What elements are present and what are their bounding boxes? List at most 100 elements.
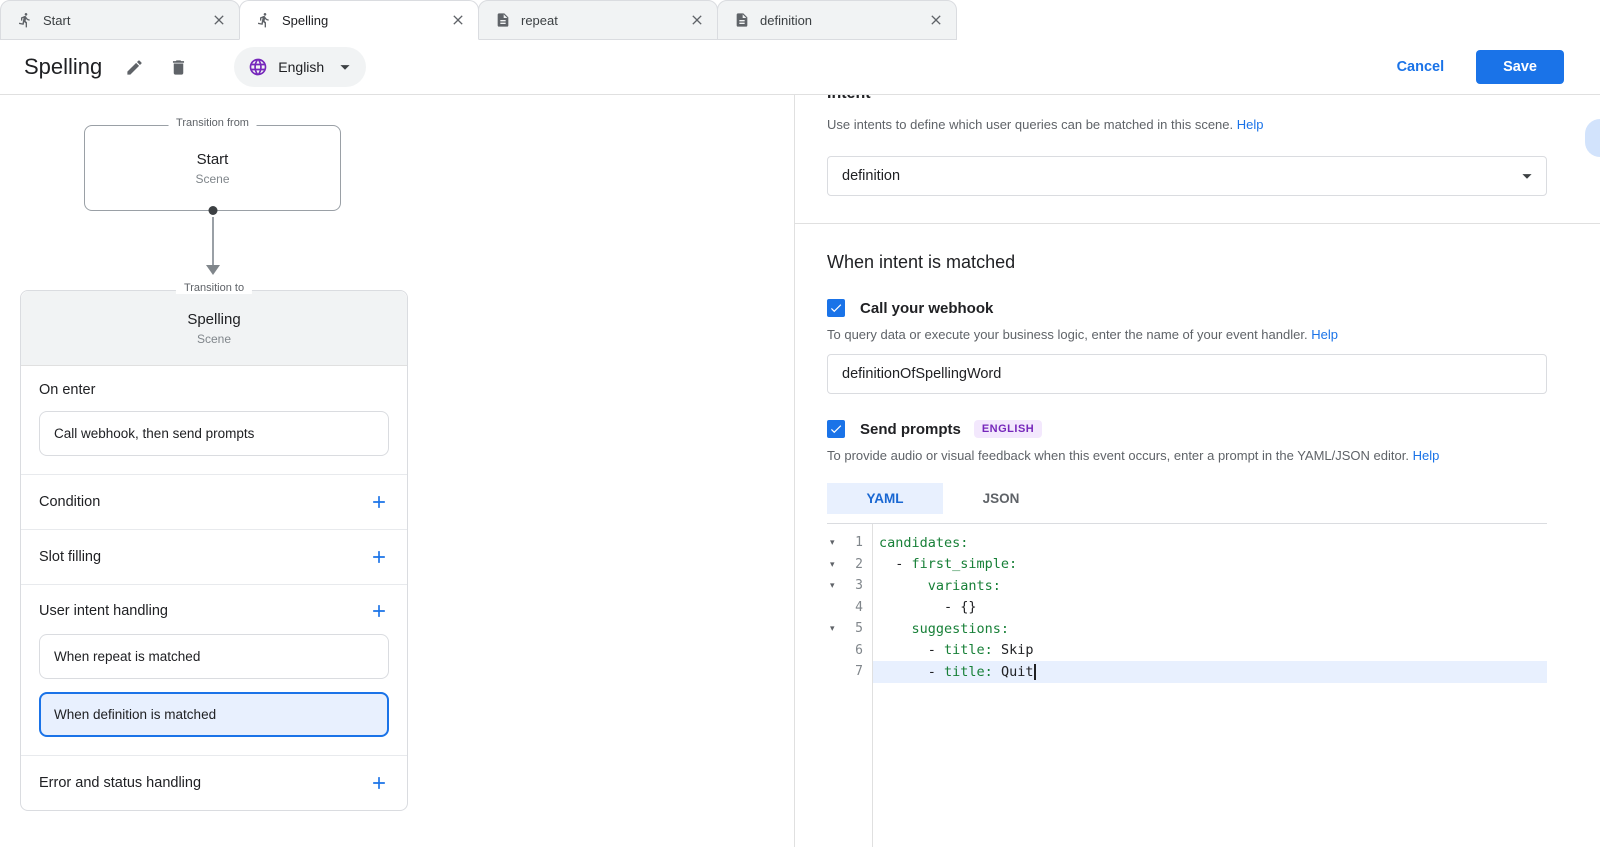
save-button[interactable]: Save [1476,50,1564,84]
add-intent-icon[interactable] [369,601,389,621]
tab-definition[interactable]: definition [717,0,957,40]
intent-doc-icon [495,12,511,28]
condition-title: Condition [39,494,100,510]
help-link[interactable]: Help [1413,448,1440,463]
user-intent-title-row: User intent handling [39,601,389,621]
language-selector[interactable]: English [234,47,366,87]
from-scene-name: Start [197,151,229,168]
intent-select-value: definition [842,168,900,184]
connector-line [212,217,214,265]
intent-handler-repeat[interactable]: When repeat is matched [39,634,389,679]
code-key: first_simple: [912,556,1018,572]
code-text: - [879,642,944,658]
gutter-row: 6 [827,640,872,662]
gutter-row: 4 [827,597,872,619]
cancel-button[interactable]: Cancel [1397,59,1445,75]
code-key: title: [944,664,993,680]
code-text: Quit [993,664,1034,680]
code-line[interactable]: variants: [873,575,1547,597]
app-window: Start Spelling repeat definition Spellin… [0,0,1600,847]
line-number: 1 [842,535,872,550]
tab-spelling[interactable]: Spelling [239,0,479,40]
code-key: suggestions: [912,621,1010,637]
on-enter-handler[interactable]: Call webhook, then send prompts [39,411,389,456]
close-icon[interactable] [689,12,705,28]
transition-from-label: Transition from [168,117,257,129]
gutter-row: 7 [827,661,872,683]
transition-to-card: Transition to Spelling Scene On enter Ca… [20,290,408,811]
intent-handler-definition[interactable]: When definition is matched [39,692,389,737]
prompts-label: Send prompts [860,421,961,438]
add-error-handler-icon[interactable] [369,773,389,793]
intent-description: Use intents to define which user queries… [827,117,1547,132]
close-icon[interactable] [211,12,227,28]
webhook-handler-input[interactable] [827,354,1547,394]
body: Transition from Start Scene Transition t… [0,95,1600,847]
code-line[interactable]: - first_simple: [873,554,1547,576]
transition-to-label: Transition to [176,282,252,294]
code-key: title: [944,642,993,658]
intent-select[interactable]: definition [827,156,1547,196]
tab-json[interactable]: JSON [943,483,1059,514]
connector-arrowhead [206,265,220,275]
gutter-row: ▾5 [827,618,872,640]
intent-heading: Intent [827,95,1547,103]
gutter-row: ▾2 [827,554,872,576]
fold-icon[interactable]: ▾ [827,537,842,548]
tab-label: Spelling [282,13,440,28]
transition-from-scene[interactable]: Transition from Start Scene [84,125,341,211]
code-line[interactable]: - {} [873,597,1547,619]
help-link[interactable]: Help [1237,117,1264,132]
chevron-down-icon [334,56,356,78]
editor-code-area[interactable]: candidates: - first_simple: variants: - … [873,524,1547,847]
close-icon[interactable] [928,12,944,28]
code-line-active[interactable]: - title: Quit [873,661,1547,683]
slot-filling-row: Slot filling [21,530,407,585]
fold-icon[interactable]: ▾ [827,623,842,634]
error-handling-row: Error and status handling [21,756,407,810]
tab-label: repeat [521,13,679,28]
slot-filling-title: Slot filling [39,549,101,565]
prompts-description: To provide audio or visual feedback when… [827,448,1547,463]
line-number: 6 [842,643,872,658]
close-icon[interactable] [450,12,466,28]
to-scene-type: Scene [197,332,231,346]
webhook-checkbox[interactable] [827,299,845,317]
on-enter-title: On enter [39,382,389,398]
code-text [879,621,912,637]
section-divider [795,223,1600,224]
code-text [879,578,928,594]
code-line[interactable]: - title: Skip [873,640,1547,662]
prompts-check-row: Send prompts ENGLISH [827,420,1547,438]
tab-yaml[interactable]: YAML [827,483,943,514]
from-scene-type: Scene [195,172,229,186]
add-condition-icon[interactable] [369,492,389,512]
edit-button[interactable] [122,55,146,79]
scene-run-icon [17,12,33,28]
code-line[interactable]: candidates: [873,532,1547,554]
yaml-editor[interactable]: ▾1 ▾2 ▾3 4 ▾5 6 7 candidates: - first_si… [827,523,1547,847]
chevron-down-icon [1516,165,1538,187]
intent-description-text: Use intents to define which user queries… [827,117,1233,132]
code-key: variants: [928,578,1001,594]
webhook-check-row: Call your webhook [827,299,1547,317]
code-line[interactable]: suggestions: [873,618,1547,640]
fold-icon[interactable]: ▾ [827,580,842,591]
fold-icon[interactable]: ▾ [827,559,842,570]
scrollbar-thumb[interactable] [1585,119,1600,157]
gutter-row: ▾1 [827,532,872,554]
line-number: 3 [842,578,872,593]
code-text: - {} [879,599,977,615]
webhook-description: To query data or execute your business l… [827,327,1547,342]
code-text: Skip [993,642,1034,658]
line-number: 5 [842,621,872,636]
add-slot-icon[interactable] [369,547,389,567]
to-scene-header[interactable]: Spelling Scene [21,291,407,366]
delete-button[interactable] [166,55,190,79]
gutter-row: ▾3 [827,575,872,597]
prompts-checkbox[interactable] [827,420,845,438]
tab-repeat[interactable]: repeat [478,0,718,40]
line-number: 2 [842,557,872,572]
help-link[interactable]: Help [1311,327,1338,342]
tab-start[interactable]: Start [0,0,240,40]
